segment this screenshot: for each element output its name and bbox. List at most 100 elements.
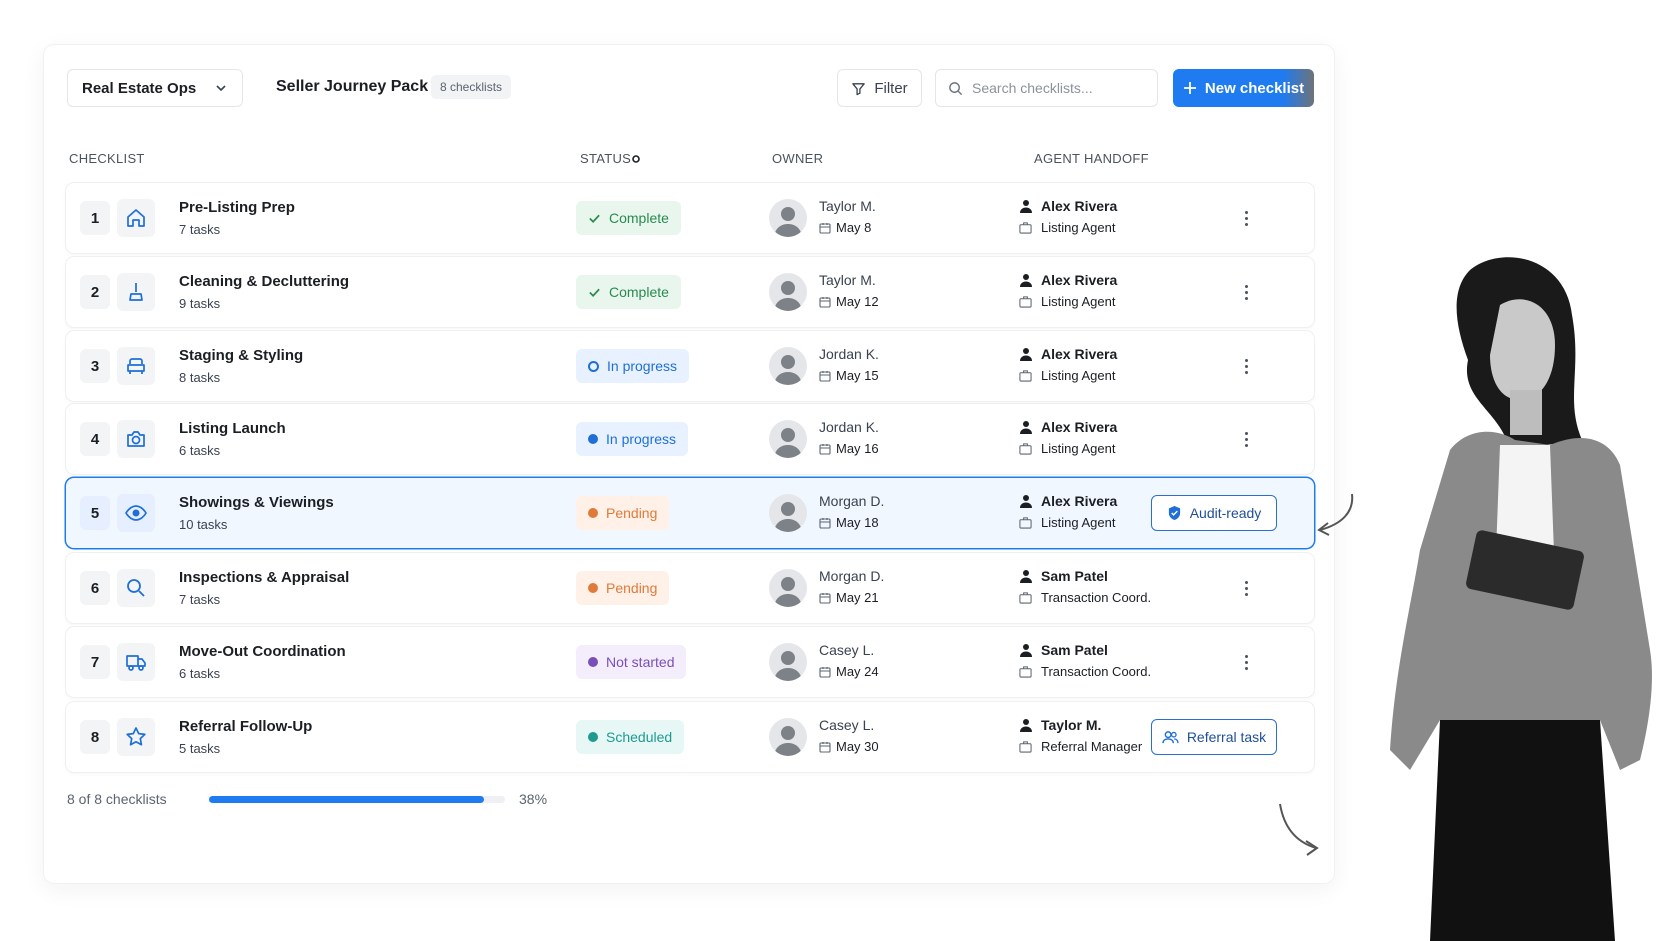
role-icon (1019, 443, 1032, 455)
status-badge[interactable]: Complete (576, 201, 681, 235)
status-dot (588, 583, 598, 593)
more-options-icon[interactable] (1238, 575, 1254, 601)
row-number: 8 (80, 720, 110, 754)
owner-name: Morgan D. (819, 568, 885, 584)
checklist-row[interactable]: 1 Pre-Listing Prep 7 tasks Complete Taylor M… (66, 183, 1314, 253)
status-ring-icon (588, 360, 599, 372)
status-dot (588, 508, 598, 518)
status-badge[interactable]: Scheduled (576, 720, 685, 754)
checklist-title[interactable]: Listing Launch (179, 420, 286, 437)
checklist-row[interactable]: 3 Staging & Styling 8 tasks In progress Jord… (66, 331, 1314, 401)
calendar-icon (819, 741, 831, 753)
checklist-title[interactable]: Inspections & Appraisal (179, 569, 349, 586)
checklist-title[interactable]: Showings & Viewings (179, 494, 334, 511)
search-icon (117, 569, 155, 607)
audit-ready-button[interactable]: Audit-ready (1151, 495, 1277, 531)
status-dot (588, 732, 598, 742)
column-header-checklist: CHECKLIST (69, 151, 145, 166)
column-header-status[interactable]: STATUS (580, 151, 640, 166)
workspace-select[interactable]: Real Estate Ops (67, 69, 243, 107)
checklist-title[interactable]: Staging & Styling (179, 347, 303, 364)
calendar-icon (819, 222, 831, 234)
agent-role: Transaction Coord. (1019, 664, 1151, 679)
new-checklist-button[interactable]: New checklist (1173, 69, 1314, 107)
calendar-icon (819, 592, 831, 604)
due-date: May 8 (819, 220, 871, 235)
task-count: 7 tasks (179, 222, 221, 237)
person-icon (1020, 274, 1032, 287)
curved-arrow-icon (1279, 803, 1319, 856)
checklist-row[interactable]: 2 Cleaning & Decluttering 9 tasks Complete T… (66, 257, 1314, 327)
star-icon (117, 718, 155, 756)
row-number: 3 (80, 349, 110, 383)
row-number: 6 (80, 571, 110, 605)
checklist-title[interactable]: Referral Follow-Up (179, 718, 312, 735)
person-icon (1020, 570, 1032, 583)
row-number: 5 (80, 496, 110, 530)
row-number: 2 (80, 275, 110, 309)
avatar (769, 643, 807, 681)
more-options-icon[interactable] (1238, 205, 1254, 231)
checklist-row[interactable]: 7 Move-Out Coordination 6 tasks Not started… (66, 627, 1314, 697)
search-icon (949, 81, 963, 95)
armchair-icon (117, 347, 155, 385)
role-icon (1019, 666, 1032, 678)
agent-name-label: Sam Patel (1041, 568, 1108, 584)
status-badge[interactable]: In progress (576, 349, 690, 383)
status-label: Complete (609, 284, 669, 300)
checklist-row[interactable]: 8 Referral Follow-Up 5 tasks Scheduled Casey… (66, 702, 1314, 772)
status-badge[interactable]: Complete (576, 275, 681, 309)
checklist-title[interactable]: Cleaning & Decluttering (179, 273, 349, 290)
due-date-label: May 21 (836, 590, 879, 605)
checklist-row[interactable]: 5 Showings & Viewings 10 tasks Pending Morga… (66, 478, 1314, 548)
agent-name-label: Alex Rivera (1041, 419, 1118, 435)
avatar (769, 718, 807, 756)
status-badge[interactable]: Pending (576, 571, 670, 605)
checklist-row[interactable]: 4 Listing Launch 6 tasks In progress Jordan … (66, 404, 1314, 474)
more-options-icon[interactable] (1238, 279, 1254, 305)
owner-name: Casey L. (819, 717, 875, 733)
broom-icon (117, 273, 155, 311)
shield-icon (1168, 505, 1180, 521)
more-options-icon[interactable] (1238, 649, 1254, 675)
status-badge[interactable]: Pending (576, 496, 670, 530)
avatar (769, 569, 807, 607)
owner-name: Morgan D. (819, 493, 885, 509)
due-date-label: May 15 (836, 368, 879, 383)
calendar-icon (819, 666, 831, 678)
calendar-icon (819, 370, 831, 382)
role-icon (1019, 517, 1032, 529)
status-badge[interactable]: In progress (576, 422, 689, 456)
search-box[interactable] (935, 69, 1158, 107)
due-date-label: May 16 (836, 441, 879, 456)
search-input[interactable] (972, 80, 1142, 96)
sort-icon (632, 155, 640, 163)
agent-name-label: Alex Rivera (1041, 346, 1118, 362)
check-icon (589, 214, 600, 223)
checklist-title[interactable]: Pre-Listing Prep (179, 199, 295, 216)
due-date: May 24 (819, 664, 879, 679)
status-header-label: STATUS (580, 151, 632, 166)
pack-title: Seller Journey Pack (276, 78, 429, 95)
more-options-icon[interactable] (1238, 353, 1254, 379)
row-number: 4 (80, 422, 110, 456)
task-count: 6 tasks (179, 666, 221, 681)
agent-role: Listing Agent (1019, 441, 1115, 456)
referral-task-button[interactable]: Referral task (1151, 719, 1277, 755)
filter-button[interactable]: Filter (837, 69, 922, 107)
checklist-title[interactable]: Move-Out Coordination (179, 643, 346, 660)
status-badge[interactable]: Not started (576, 645, 687, 679)
more-options-icon[interactable] (1238, 426, 1254, 452)
status-label: In progress (606, 431, 677, 447)
task-count: 8 tasks (179, 370, 221, 385)
workspace-label: Real Estate Ops (82, 79, 197, 97)
task-count: 10 tasks (179, 517, 228, 532)
checklist-row[interactable]: 6 Inspections & Appraisal 7 tasks Pending Mo… (66, 553, 1314, 623)
new-checklist-label: New checklist (1204, 79, 1305, 97)
agent-role: Listing Agent (1019, 220, 1115, 235)
role-icon (1019, 741, 1032, 753)
filter-label: Filter (874, 79, 908, 97)
agent-role-label: Listing Agent (1041, 368, 1116, 383)
agent-role-label: Listing Agent (1041, 441, 1116, 456)
agent-role-label: Listing Agent (1041, 294, 1116, 309)
